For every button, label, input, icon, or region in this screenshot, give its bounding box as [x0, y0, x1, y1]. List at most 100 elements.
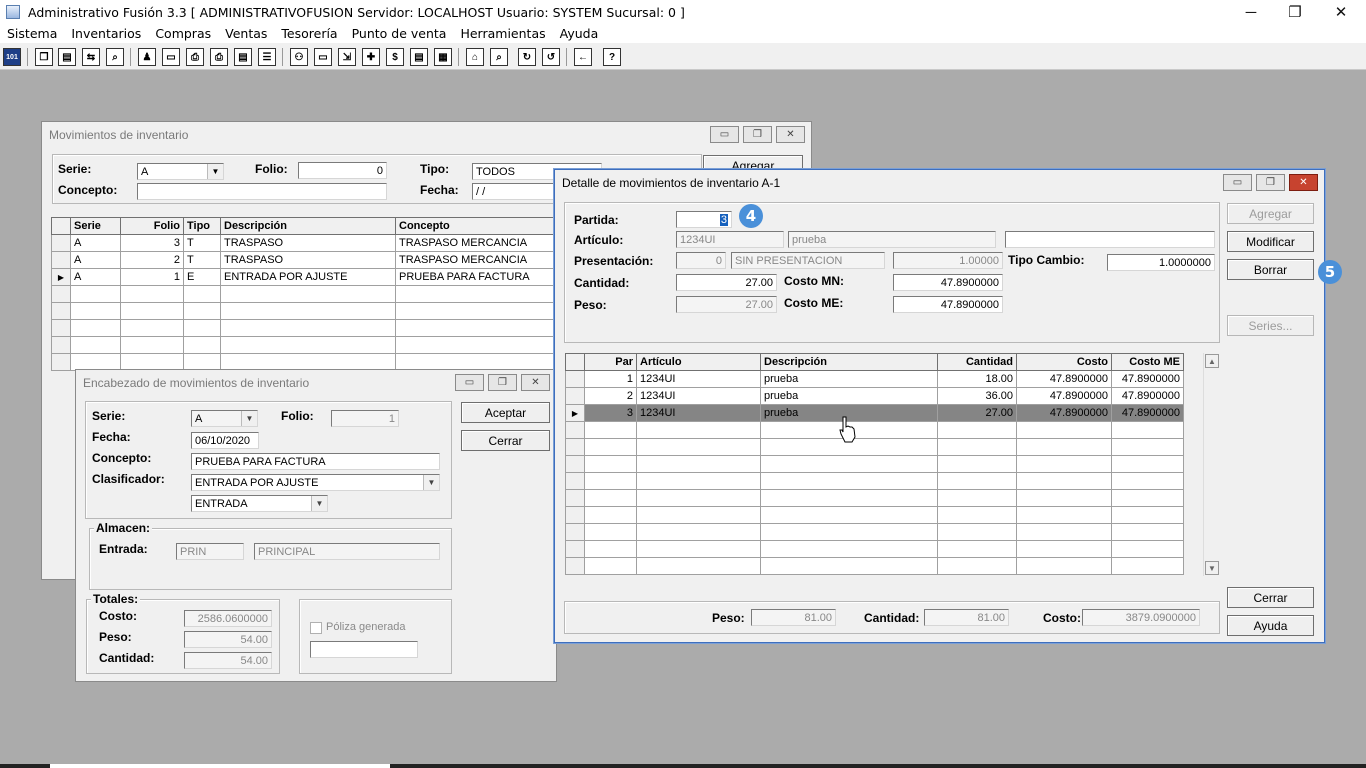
close-button[interactable]: ✕ — [1318, 0, 1364, 24]
print-icon[interactable]: ⎙ — [186, 48, 204, 66]
export-icon[interactable]: ⇲ — [338, 48, 356, 66]
folio-input[interactable]: 1 — [331, 410, 399, 427]
peso-input[interactable]: 27.00 — [676, 296, 777, 313]
folio-input[interactable]: 0 — [298, 162, 387, 179]
series-button[interactable]: Series... — [1227, 315, 1314, 336]
add-icon[interactable]: ✚ — [362, 48, 380, 66]
printer-icon[interactable]: ⎙ — [210, 48, 228, 66]
col-tipo[interactable]: Tipo — [183, 217, 221, 235]
back-icon[interactable]: ← — [574, 48, 592, 66]
agregar-button[interactable]: Agregar — [1227, 203, 1314, 224]
articulo-extra-input[interactable] — [1005, 231, 1215, 248]
col-folio[interactable]: Folio — [120, 217, 184, 235]
folder-icon[interactable]: ▭ — [162, 48, 180, 66]
entrada-code-input[interactable]: PRIN — [176, 543, 244, 560]
menu-punto-de-venta[interactable]: Punto de venta — [352, 26, 447, 41]
minimize-icon[interactable]: ▭ — [710, 126, 739, 143]
articulo-code-input[interactable]: 1234UI — [676, 231, 784, 248]
col-serie[interactable]: Serie — [70, 217, 121, 235]
restore-icon[interactable]: ❐ — [488, 374, 517, 391]
close-icon[interactable]: ✕ — [521, 374, 550, 391]
minimize-icon[interactable]: ▭ — [455, 374, 484, 391]
table-row[interactable]: A 3 T TRASPASO TRASPASO MERCANCIA — [51, 234, 556, 252]
costo-me-input[interactable]: 47.8900000 — [893, 296, 1003, 313]
menu-ayuda[interactable]: Ayuda — [560, 26, 599, 41]
list-icon[interactable]: ☰ — [258, 48, 276, 66]
cantidad-label: Cantidad: — [574, 276, 630, 290]
col-costo[interactable]: Costo — [1016, 353, 1112, 371]
col-concepto[interactable]: Concepto — [395, 217, 556, 235]
home-icon[interactable]: ⌂ — [466, 48, 484, 66]
close-icon[interactable]: ✕ — [1289, 174, 1318, 191]
table-row-selected[interactable]: ▶ 3 1234UI prueba 27.00 47.8900000 47.89… — [565, 404, 1184, 422]
partida-input[interactable]: 3 — [676, 211, 732, 228]
detalle-scrollbar[interactable]: ▲ ▼ — [1203, 353, 1219, 576]
refresh-icon[interactable]: ↻ — [518, 48, 536, 66]
chevron-down-icon[interactable]: ▼ — [207, 164, 223, 179]
tipo-select[interactable]: ENTRADA ▼ — [191, 495, 328, 512]
clasificador-select[interactable]: ENTRADA POR AJUSTE ▼ — [191, 474, 440, 491]
help-icon[interactable]: ? — [603, 48, 621, 66]
close-icon[interactable]: ✕ — [776, 126, 805, 143]
minimize-icon[interactable]: ▭ — [1223, 174, 1252, 191]
table-row[interactable]: A 2 T TRASPASO TRASPASO MERCANCIA — [51, 251, 556, 269]
menu-tesoreria[interactable]: Tesorería — [281, 26, 337, 41]
col-costo-me[interactable]: Costo ME — [1111, 353, 1184, 371]
box-icon[interactable]: ▭ — [314, 48, 332, 66]
costo-mn-input[interactable]: 47.8900000 — [893, 274, 1003, 291]
col-cantidad[interactable]: Cantidad — [937, 353, 1017, 371]
restore-icon[interactable]: ❐ — [1256, 174, 1285, 191]
col-par[interactable]: Par — [584, 353, 637, 371]
poliza-input[interactable] — [310, 641, 418, 658]
calculator-icon[interactable]: ▦ — [434, 48, 452, 66]
scroll-up-icon[interactable]: ▲ — [1205, 354, 1219, 368]
menu-inventarios[interactable]: Inventarios — [71, 26, 141, 41]
serie-select[interactable]: A ▼ — [191, 410, 258, 427]
table-row[interactable]: 1 1234UI prueba 18.00 47.8900000 47.8900… — [565, 370, 1184, 388]
modificar-button[interactable]: Modificar — [1227, 231, 1314, 252]
user-icon[interactable]: ♟ — [138, 48, 156, 66]
cantidad-input[interactable]: 27.00 — [676, 274, 777, 291]
col-descripcion[interactable]: Descripción — [220, 217, 396, 235]
search-doc-icon[interactable]: ⌕ — [106, 48, 124, 66]
presentacion-num-input[interactable]: 0 — [676, 252, 726, 269]
menu-ventas[interactable]: Ventas — [225, 26, 267, 41]
minimize-button[interactable]: ─ — [1228, 0, 1274, 24]
logo-icon[interactable]: 101 — [3, 48, 21, 66]
menu-herramientas[interactable]: Herramientas — [460, 26, 545, 41]
transfer-icon[interactable]: ⇆ — [82, 48, 100, 66]
menu-sistema[interactable]: Sistema — [7, 26, 57, 41]
scroll-down-icon[interactable]: ▼ — [1205, 561, 1219, 575]
report-icon[interactable]: ▤ — [410, 48, 428, 66]
cerrar-button[interactable]: Cerrar — [1227, 587, 1314, 608]
concepto-input[interactable]: PRUEBA PARA FACTURA — [191, 453, 440, 470]
fecha-input[interactable]: 06/10/2020 — [191, 432, 259, 449]
aceptar-button[interactable]: Aceptar — [461, 402, 550, 423]
dollar-icon[interactable]: $ — [386, 48, 404, 66]
table-header: Serie Folio Tipo Descripción Concepto — [51, 217, 556, 235]
restore-button[interactable]: ❐ — [1272, 0, 1318, 24]
concepto-input[interactable] — [137, 183, 387, 200]
ayuda-button[interactable]: Ayuda — [1227, 615, 1314, 636]
serie-select[interactable]: A ▼ — [137, 163, 224, 180]
col-descripcion[interactable]: Descripción — [760, 353, 938, 371]
chevron-down-icon[interactable]: ▼ — [423, 475, 439, 490]
poliza-checkbox[interactable] — [310, 622, 322, 634]
document-icon[interactable]: ▤ — [234, 48, 252, 66]
restore-icon[interactable]: ❐ — [743, 126, 772, 143]
table-row[interactable]: 2 1234UI prueba 36.00 47.8900000 47.8900… — [565, 387, 1184, 405]
table-row[interactable]: ▶ A 1 E ENTRADA POR AJUSTE PRUEBA PARA F… — [51, 268, 556, 286]
binoculars-icon[interactable]: ⚇ — [290, 48, 308, 66]
chevron-down-icon[interactable]: ▼ — [241, 411, 257, 426]
search-icon[interactable]: ⌕ — [490, 48, 508, 66]
chevron-down-icon[interactable]: ▼ — [311, 496, 327, 511]
menu-compras[interactable]: Compras — [155, 26, 211, 41]
clipboard-icon[interactable]: ▤ — [58, 48, 76, 66]
copy-icon[interactable]: ❐ — [35, 48, 53, 66]
borrar-button[interactable]: Borrar — [1227, 259, 1314, 280]
tipo-cambio-input[interactable]: 1.0000000 — [1107, 254, 1215, 271]
presentacion-name-input: SIN PRESENTACION — [731, 252, 885, 269]
col-articulo[interactable]: Artículo — [636, 353, 761, 371]
undo-icon[interactable]: ↺ — [542, 48, 560, 66]
cerrar-button[interactable]: Cerrar — [461, 430, 550, 451]
